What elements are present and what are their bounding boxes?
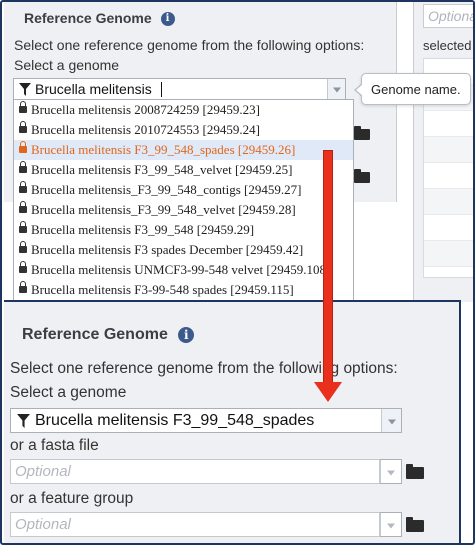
table-row [424, 163, 473, 189]
dropdown-item[interactable]: Brucella melitensis F3 spades December [… [14, 240, 353, 260]
table-row [424, 215, 473, 241]
lock-icon [19, 181, 27, 193]
chevron-down-icon [387, 523, 395, 528]
table-row [424, 137, 473, 163]
fasta-dropdown-arrow [380, 460, 401, 483]
bottom-section-title-text: Reference Genome [22, 326, 168, 343]
folder-open-icon[interactable] [406, 464, 424, 479]
dropdown-item[interactable]: Brucella melitensis 2010724553 [29459.24… [14, 120, 353, 140]
fasta-file-input[interactable]: Optional [10, 459, 380, 484]
dropdown-item-label: Brucella melitensis F3_99_548_velvet [29… [31, 162, 293, 177]
chevron-down-icon [387, 470, 395, 475]
folder-open-icon[interactable] [354, 169, 370, 183]
bottom-select-label: Select a genome [10, 384, 127, 401]
chevron-down-icon [332, 87, 341, 93]
red-arrow-head [314, 382, 342, 402]
dropdown-item-label: Brucella melitensis UNMCF3-99-548 velvet… [31, 262, 331, 277]
table-row [424, 189, 473, 215]
lock-icon [19, 281, 27, 293]
feature-group-input[interactable]: Optional [10, 512, 380, 537]
fasta-file-label: or a fasta file [10, 437, 99, 454]
right-selected-label: selected [423, 38, 472, 53]
fasta-file-dropdown-button[interactable] [380, 459, 402, 484]
dropdown-item-label: Brucella melitensis 2010724553 [29459.24… [31, 122, 260, 137]
dropdown-item-label: Brucella melitensis F3_99_548_spades [29… [31, 142, 296, 157]
feature-group-label: or a feature group [10, 490, 134, 507]
dropdown-item[interactable]: Brucella melitensis F3_99_548_velvet [29… [14, 160, 353, 180]
lock-icon [19, 221, 27, 233]
bottom-section-title: Reference Genome i [22, 326, 195, 344]
chevron-down-icon [387, 419, 396, 424]
dropdown-item[interactable]: Brucella melitensis F3_99_548 [29459.29] [14, 220, 353, 240]
red-arrow-shaft [323, 150, 333, 384]
feature-dropdown-arrow [380, 513, 401, 536]
bottom-genome-combobox[interactable]: Brucella melitensis F3_99_548_spades [10, 408, 402, 433]
table-row [424, 241, 473, 267]
lock-icon [19, 101, 27, 113]
filter-icon [19, 83, 31, 96]
screenshot-frame: Reference Genome i Select one reference … [0, 0, 475, 545]
dropdown-item[interactable]: Brucella melitensis F3-99-548 spades [29… [14, 280, 353, 300]
lock-icon [19, 161, 27, 173]
filter-icon [17, 414, 30, 428]
top-dropdown-arrow-button[interactable] [327, 79, 345, 99]
info-icon[interactable]: i [178, 326, 195, 343]
folder-open-icon[interactable] [354, 126, 370, 140]
right-panel: Optional selected [399, 2, 473, 302]
dropdown-item-label: Brucella melitensis F3 spades December [… [31, 242, 304, 257]
dropdown-item-highlighted[interactable]: Brucella melitensis F3_99_548_spades [29… [14, 140, 353, 160]
right-optional-input[interactable]: Optional [423, 4, 473, 28]
dropdown-item[interactable]: Brucella melitensis_F3_99_548_contigs [2… [14, 180, 353, 200]
info-icon[interactable]: i [160, 12, 175, 27]
top-genome-search-value: Brucella melitensis [35, 81, 152, 97]
dropdown-item-label: Brucella melitensis_F3_99_548_contigs [2… [31, 182, 302, 197]
top-select-label: Select a genome [14, 57, 120, 73]
dropdown-item-label: Brucella melitensis_F3_99_548_velvet [29… [31, 202, 296, 217]
lock-icon [19, 241, 27, 253]
dropdown-item-label: Brucella melitensis F3_99_548 [29459.29] [31, 222, 255, 237]
lock-icon [19, 141, 27, 153]
dropdown-item-label: Brucella melitensis 2008724259 [29459.23… [31, 102, 260, 117]
dropdown-item-label: Brucella melitensis F3-99-548 spades [29… [31, 282, 294, 297]
bottom-reference-genome-panel: Reference Genome i Select one reference … [4, 300, 461, 543]
lock-icon [19, 121, 27, 133]
genome-dropdown-list[interactable]: Brucella melitensis 2008724259 [29459.23… [13, 99, 354, 302]
dropdown-item[interactable]: Brucella melitensis UNMCF3-99-548 velvet… [14, 260, 353, 280]
folder-open-icon[interactable] [406, 517, 424, 532]
bottom-dropdown-arrow-button[interactable] [381, 409, 401, 432]
bottom-genome-value: Brucella melitensis F3_99_548_spades [35, 412, 315, 429]
lock-icon [19, 261, 27, 273]
top-instruction: Select one reference genome from the fol… [14, 37, 365, 53]
top-section-title-text: Reference Genome [24, 10, 152, 26]
top-genome-search-combobox[interactable]: Brucella melitensis [13, 78, 346, 100]
top-section-title: Reference Genome i [24, 10, 175, 27]
dropdown-item[interactable]: Brucella melitensis 2008724259 [29459.23… [14, 100, 353, 120]
feature-group-dropdown-button[interactable] [380, 512, 402, 537]
bottom-instruction: Select one reference genome from the fol… [10, 360, 398, 377]
lock-icon [19, 201, 27, 213]
dropdown-item[interactable]: Brucella melitensis_F3_99_548_velvet [29… [14, 200, 353, 220]
text-cursor [161, 82, 162, 97]
genome-name-tooltip: Genome name. [354, 73, 471, 105]
table-row [424, 111, 473, 137]
